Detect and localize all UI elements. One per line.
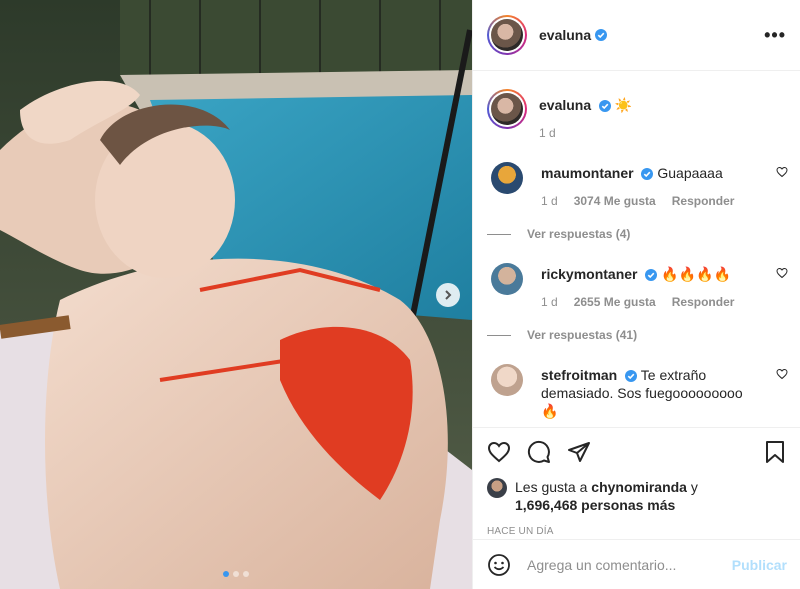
verified-badge-icon <box>645 269 658 281</box>
view-replies-button[interactable]: Ver respuestas (4) <box>473 227 786 241</box>
caption-time: 1 d <box>539 126 556 140</box>
comment-text: Guapaaaa <box>657 165 723 181</box>
add-comment-bar: Publicar <box>473 539 800 589</box>
comment-item: maumontaner Guapaaaa 1 d 3074 Me gusta R… <box>487 162 788 208</box>
view-replies-button[interactable]: Ver respuestas (41) <box>473 328 786 342</box>
liker-avatar[interactable] <box>487 478 507 498</box>
comment-text: 🔥🔥🔥🔥 <box>661 266 731 282</box>
save-bookmark-icon[interactable] <box>763 440 787 464</box>
caption-username[interactable]: evaluna <box>539 97 591 113</box>
carousel-indicators <box>0 571 472 577</box>
post-panel: evaluna ••• evaluna ☀️ 1 d maumontaner G… <box>472 0 800 589</box>
reply-button[interactable]: Responder <box>672 194 735 208</box>
likes-summary: Les gusta a chynomiranda y 1,696,468 per… <box>487 478 787 514</box>
comment-item: rickymontaner 🔥🔥🔥🔥 1 d 2655 Me gusta Res… <box>487 263 788 309</box>
post-header: evaluna ••• <box>473 0 800 71</box>
replies-divider <box>487 334 511 336</box>
like-comment-heart-icon[interactable] <box>776 166 788 178</box>
commenter-avatar[interactable] <box>491 263 523 295</box>
comment-likes[interactable]: 2655 Me gusta <box>574 295 656 309</box>
like-heart-icon[interactable] <box>487 440 511 464</box>
carousel-dot <box>233 571 239 577</box>
comment-item: stefroitman Te extraño demasiado. Sos fu… <box>487 364 788 420</box>
commenter-avatar[interactable] <box>491 162 523 194</box>
carousel-dot <box>243 571 249 577</box>
comment-input[interactable] <box>527 556 732 573</box>
emoji-smiley-icon[interactable] <box>487 553 511 577</box>
comment-time: 1 d <box>541 194 558 208</box>
post-photo <box>0 0 472 589</box>
post-image <box>0 0 472 589</box>
author-avatar[interactable] <box>487 15 527 55</box>
caption-text: ☀️ <box>614 97 633 113</box>
verified-badge-icon <box>599 100 612 112</box>
comments-section: evaluna ☀️ 1 d maumontaner Guapaaaa 1 d … <box>473 71 800 427</box>
caption-avatar[interactable] <box>487 89 527 129</box>
publish-button[interactable]: Publicar <box>732 557 787 573</box>
post-actions: Les gusta a chynomiranda y 1,696,468 per… <box>473 427 800 537</box>
author-username[interactable]: evaluna <box>539 27 591 43</box>
carousel-next-button[interactable] <box>436 283 460 307</box>
post-timestamp: HACE UN DÍA <box>487 526 554 537</box>
like-comment-heart-icon[interactable] <box>776 368 788 380</box>
likes-count[interactable]: 1,696,468 personas más <box>515 497 675 513</box>
replies-divider <box>487 233 511 235</box>
verified-badge-icon <box>625 370 638 382</box>
like-comment-heart-icon[interactable] <box>776 267 788 279</box>
chevron-right-icon <box>445 290 452 300</box>
more-options-button[interactable]: ••• <box>764 25 786 46</box>
comment-bubble-icon[interactable] <box>527 440 551 464</box>
share-paper-plane-icon[interactable] <box>567 440 591 464</box>
verified-badge-icon <box>595 29 608 41</box>
view-replies-label: Ver respuestas (41) <box>527 328 638 342</box>
comment-likes[interactable]: 3074 Me gusta <box>574 194 656 208</box>
commenter-username[interactable]: rickymontaner <box>541 266 637 282</box>
comment-time: 1 d <box>541 295 558 309</box>
likes-conjunction: y <box>686 479 698 495</box>
verified-badge-icon <box>641 168 654 180</box>
commenter-username[interactable]: stefroitman <box>541 367 617 383</box>
likes-prefix: Les gusta a <box>515 479 592 495</box>
view-replies-label: Ver respuestas (4) <box>527 227 631 241</box>
liker-username[interactable]: chynomiranda <box>591 479 687 495</box>
caption: evaluna ☀️ 1 d <box>487 87 786 140</box>
commenter-avatar[interactable] <box>491 364 523 396</box>
carousel-dot <box>223 571 229 577</box>
reply-button[interactable]: Responder <box>672 295 735 309</box>
commenter-username[interactable]: maumontaner <box>541 165 634 181</box>
